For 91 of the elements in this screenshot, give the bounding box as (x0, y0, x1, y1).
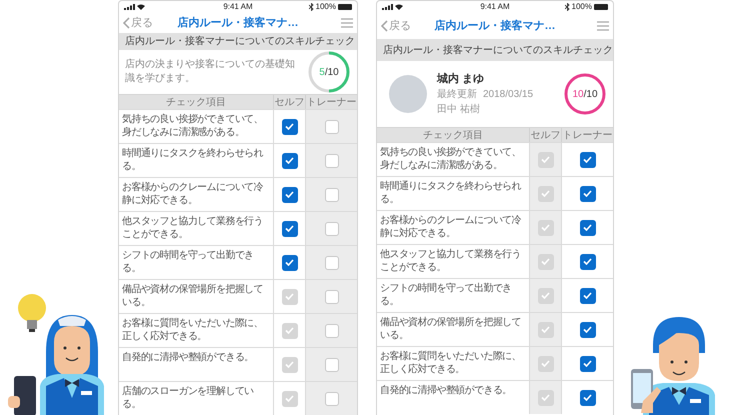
battery-percent: 100% (572, 1, 592, 13)
check-icon (285, 395, 294, 402)
check-icon (285, 293, 294, 300)
back-button[interactable]: 戻る (123, 14, 163, 32)
section-title: 店内ルール・接客マナーについてのスキルチェック (377, 39, 613, 61)
checkbox[interactable] (580, 254, 596, 270)
updated-date: 2018/03/15 (483, 88, 534, 102)
column-header: セルフ (530, 130, 560, 140)
check-item-text: 備品や資材の保管場所を把握している。 (122, 283, 264, 309)
avatar-placeholder (389, 75, 427, 113)
check-icon (285, 157, 294, 164)
checkbox[interactable] (282, 186, 298, 202)
chevron-icon (123, 17, 130, 30)
checkbox[interactable] (282, 220, 298, 236)
column-header: チェック項目 (423, 130, 483, 140)
check-icon (583, 292, 592, 299)
signal-icon (124, 4, 135, 10)
check-item-text: 気持ちの良い挨拶ができていて、身だしなみに清潔感がある。 (122, 113, 264, 139)
check-icon (583, 394, 592, 401)
check-icon (583, 156, 592, 163)
checkbox[interactable] (580, 220, 596, 236)
battery-icon (338, 4, 352, 10)
status-time: 9:41 AM (223, 1, 253, 13)
column-header: セルフ (274, 96, 304, 108)
check-icon (583, 190, 592, 197)
signal-icon (382, 4, 393, 10)
check-icon (285, 327, 294, 334)
nav-title: 店内ルール・接客マナ… (178, 16, 298, 31)
check-item-text: 他スタッフと協力して業務を行うことができる。 (122, 215, 264, 241)
checkbox[interactable] (580, 322, 596, 338)
wifi-icon (395, 4, 403, 10)
checkbox[interactable] (580, 390, 596, 406)
check-icon (583, 326, 592, 333)
check-item-text: 時間通りにタスクを終わらせられる。 (122, 147, 264, 173)
column-header: トレーナー (306, 96, 356, 108)
column-header: トレーナー (562, 130, 612, 140)
check-icon (541, 190, 550, 197)
checkbox[interactable] (282, 254, 298, 270)
back-button[interactable]: 戻る (381, 18, 421, 34)
check-icon (541, 326, 550, 333)
check-icon (285, 123, 294, 130)
checkbox[interactable] (580, 288, 596, 304)
check-item-text: 時間通りにタスクを終わらせられる。 (380, 180, 522, 206)
menu-icon[interactable] (597, 21, 609, 31)
check-item-text: 自発的に清掃や整頓ができる。 (122, 351, 255, 364)
battery-icon (594, 4, 608, 10)
check-icon (285, 225, 294, 232)
trainer-name: 田中 祐樹 (437, 102, 481, 118)
wifi-icon (137, 4, 145, 10)
check-icon (541, 258, 550, 265)
chevron-icon (381, 20, 388, 32)
checkbox[interactable] (282, 118, 298, 134)
menu-icon[interactable] (341, 18, 353, 28)
check-item-text: 店舗のスローガンを理解している。 (122, 385, 255, 411)
check-icon (285, 259, 294, 266)
column-header: チェック項目 (166, 96, 226, 108)
check-icon (285, 361, 294, 368)
check-icon (583, 360, 592, 367)
check-item-text: お客様に質問をいただいた際に、正しく応対できる。 (380, 350, 522, 376)
checkbox[interactable] (580, 186, 596, 202)
check-item-text: 備品や資材の保管場所を把握している。 (380, 316, 522, 342)
check-item-text: シフトの時間を守って出勤できる。 (380, 282, 513, 308)
check-icon (583, 224, 592, 231)
check-item-text: 自発的に清掃や整頓ができる。 (380, 384, 513, 397)
progress-count: 5/10 (319, 66, 339, 80)
check-icon (541, 292, 550, 299)
check-icon (541, 360, 550, 367)
check-icon (541, 394, 550, 401)
section-title: 店内ルール・接客マナーについてのスキルチェック (119, 33, 357, 50)
checkbox[interactable] (580, 152, 596, 168)
check-item-text: シフトの時間を守って出勤できる。 (122, 249, 255, 275)
nav-title: 店内ルール・接客マナ… (434, 18, 556, 34)
checkbox[interactable] (580, 356, 596, 372)
check-icon (583, 258, 592, 265)
progress-count: 10/10 (572, 88, 598, 102)
check-icon (541, 224, 550, 231)
check-item-text: 他スタッフと協力して業務を行うことができる。 (380, 248, 522, 274)
battery-percent: 100% (316, 1, 336, 13)
check-item-text: お客様からのクレームについて冷静に対応できる。 (122, 181, 264, 207)
check-item-text: 気持ちの良い挨拶ができていて、身だしなみに清潔感がある。 (380, 146, 522, 172)
bluetooth-icon (308, 3, 314, 11)
status-time: 9:41 AM (480, 1, 510, 13)
check-icon (285, 191, 294, 198)
checkbox[interactable] (282, 152, 298, 168)
trainee-name: 城内 まゆ (437, 72, 486, 87)
updated-label: 最終更新 (437, 88, 477, 102)
check-icon (541, 156, 550, 163)
check-item-text: お客様に質問をいただいた際に、正しく応対できる。 (122, 317, 264, 343)
bluetooth-icon (564, 3, 570, 11)
check-item-text: お客様からのクレームについて冷静に対応できる。 (380, 214, 522, 240)
course-description: 店内の決まりや接客についての基礎知識を学びます。 (125, 58, 295, 86)
